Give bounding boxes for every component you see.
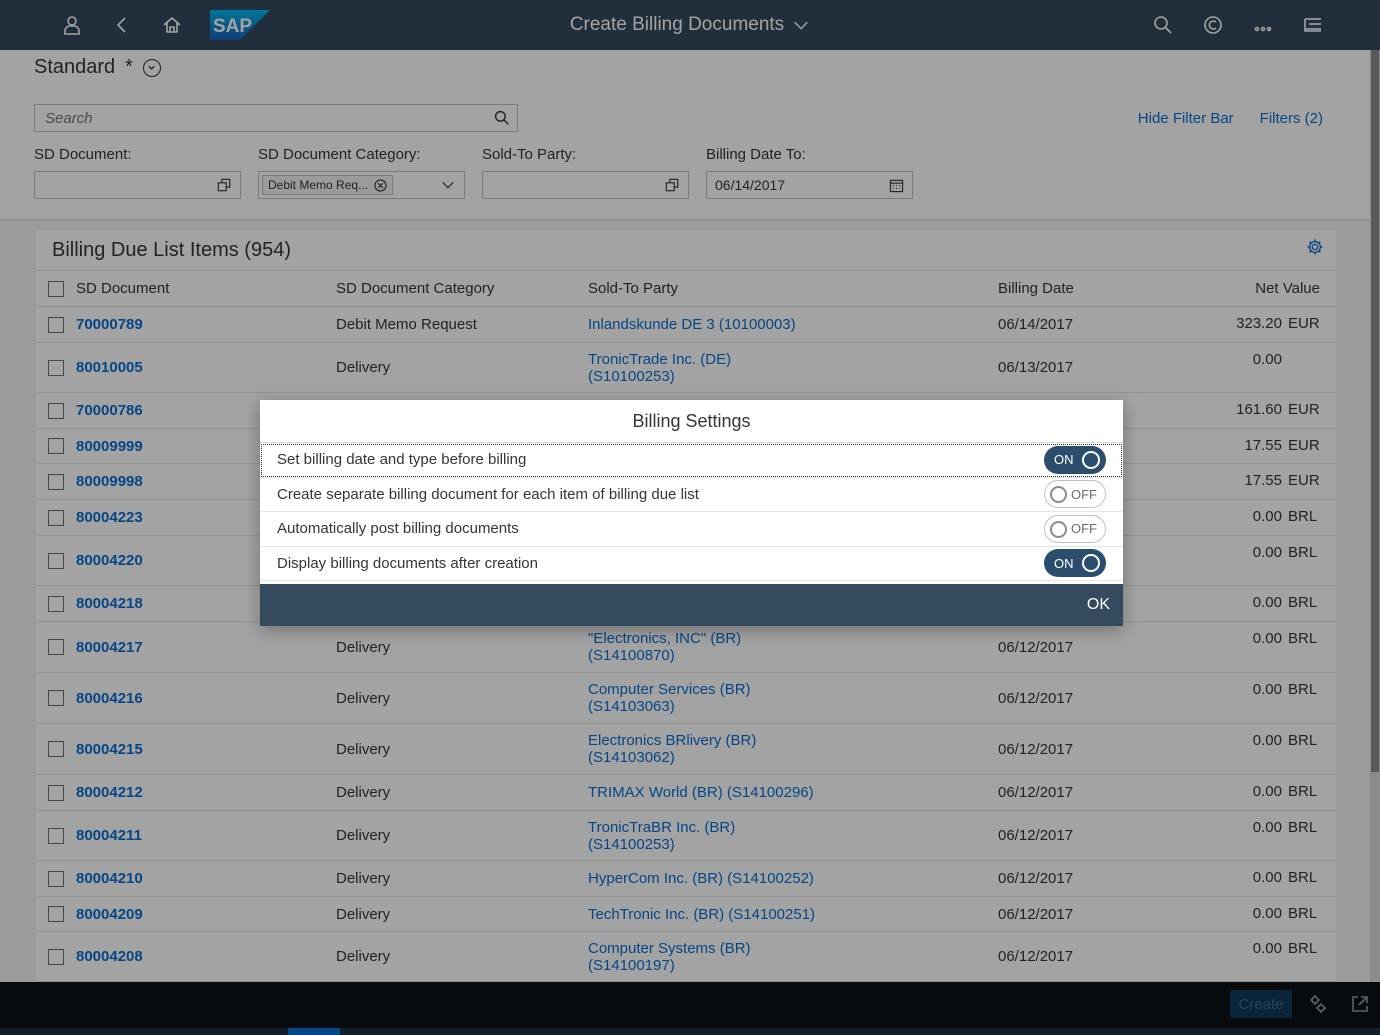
switch-state-text: OFF bbox=[1071, 486, 1097, 502]
billing-settings-dialog: Billing Settings Set billing date and ty… bbox=[260, 400, 1123, 626]
setting-switch[interactable]: OFF bbox=[1044, 514, 1106, 543]
dialog-footer: OK bbox=[260, 584, 1123, 626]
switch-knob bbox=[1050, 520, 1067, 538]
setting-row: Set billing date and type before billing… bbox=[260, 443, 1123, 478]
setting-label: Automatically post billing documents bbox=[277, 520, 519, 538]
setting-switch[interactable]: OFF bbox=[1044, 480, 1106, 509]
dialog-title: Billing Settings bbox=[260, 400, 1123, 443]
switch-knob bbox=[1082, 450, 1100, 469]
setting-label: Create separate billing document for eac… bbox=[277, 485, 699, 503]
setting-row: Create separate billing document for eac… bbox=[260, 478, 1123, 512]
settings-list: Set billing date and type before billing… bbox=[260, 443, 1123, 581]
switch-state-text: ON bbox=[1054, 452, 1074, 468]
setting-label: Set billing date and type before billing bbox=[277, 451, 527, 469]
switch-state-text: OFF bbox=[1071, 521, 1097, 537]
ok-button[interactable]: OK bbox=[1087, 596, 1110, 614]
switch-knob bbox=[1050, 486, 1067, 504]
setting-switch[interactable]: ON bbox=[1044, 445, 1106, 474]
setting-switch[interactable]: ON bbox=[1044, 549, 1106, 578]
switch-state-text: ON bbox=[1054, 555, 1074, 571]
setting-row: Automatically post billing documents OFF bbox=[260, 512, 1123, 547]
switch-knob bbox=[1082, 554, 1100, 573]
setting-row: Display billing documents after creation… bbox=[260, 547, 1123, 581]
setting-label: Display billing documents after creation bbox=[277, 554, 538, 572]
